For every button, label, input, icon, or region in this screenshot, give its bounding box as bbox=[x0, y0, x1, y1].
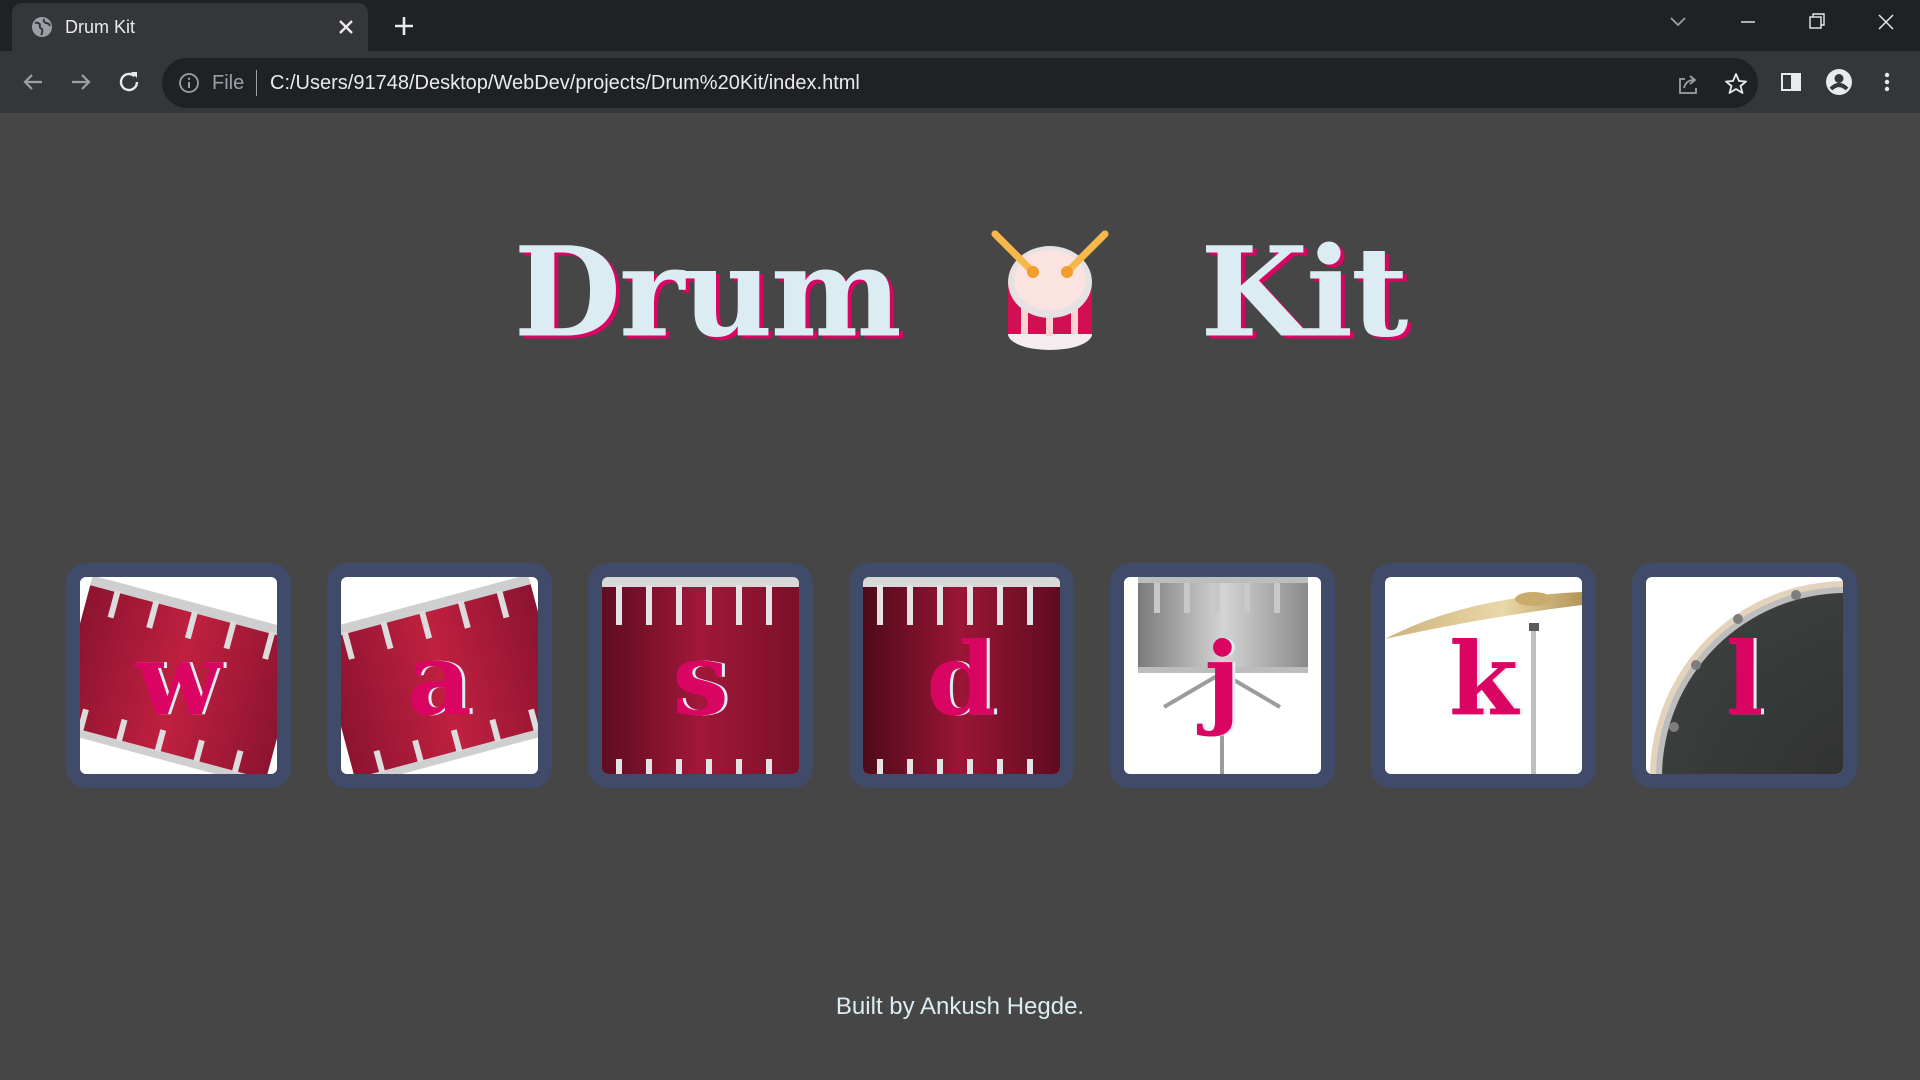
globe-icon bbox=[32, 17, 52, 37]
drum-icon bbox=[991, 230, 1109, 350]
url-text[interactable]: C:/Users/91748/Desktop/WebDev/projects/D… bbox=[270, 72, 860, 95]
divider bbox=[256, 70, 257, 96]
tab-strip: Drum Kit bbox=[0, 0, 1920, 51]
drum-button-a[interactable]: a bbox=[327, 563, 552, 788]
drum-key-label: j bbox=[1204, 620, 1241, 738]
drum-button-w[interactable]: w bbox=[66, 563, 291, 788]
drum-button-j[interactable]: j bbox=[1110, 563, 1335, 788]
side-panel-icon[interactable] bbox=[1776, 67, 1806, 97]
info-icon[interactable] bbox=[178, 72, 200, 94]
restore-icon[interactable] bbox=[1798, 8, 1834, 36]
profile-icon[interactable] bbox=[1824, 67, 1854, 97]
minimize-icon[interactable] bbox=[1730, 8, 1766, 36]
title-word-kit: Kit bbox=[1200, 220, 1408, 366]
reload-icon[interactable] bbox=[114, 67, 144, 97]
share-icon[interactable] bbox=[1674, 70, 1702, 98]
menu-icon[interactable] bbox=[1872, 67, 1902, 97]
browser-tab[interactable]: Drum Kit bbox=[12, 3, 368, 51]
close-icon[interactable] bbox=[334, 15, 358, 39]
drum-button-l[interactable]: l bbox=[1632, 563, 1857, 788]
drum-key-label: w bbox=[135, 620, 222, 738]
drum-button-k[interactable]: k bbox=[1371, 563, 1596, 788]
title-word-drum: Drum bbox=[513, 220, 902, 366]
drum-button-d[interactable]: d bbox=[849, 563, 1074, 788]
drum-key-label: a bbox=[407, 620, 472, 738]
chevron-down-icon[interactable] bbox=[1660, 8, 1696, 36]
drum-key-label: d bbox=[926, 620, 997, 738]
address-bar[interactable]: File C:/Users/91748/Desktop/WebDev/proje… bbox=[162, 58, 1758, 108]
plus-icon[interactable] bbox=[390, 12, 418, 40]
page-title: Drum Kit bbox=[0, 210, 1920, 365]
forward-icon[interactable] bbox=[66, 67, 96, 97]
footer-credit: Built by Ankush Hegde. bbox=[835, 993, 1085, 1020]
star-icon[interactable] bbox=[1722, 70, 1750, 98]
drum-key-label: s bbox=[672, 620, 729, 738]
file-scheme-label: File bbox=[212, 72, 245, 94]
drum-key-label: k bbox=[1448, 620, 1519, 738]
drum-button-s[interactable]: s bbox=[588, 563, 813, 788]
close-window-icon[interactable] bbox=[1868, 8, 1904, 36]
tab-title: Drum Kit bbox=[65, 17, 136, 37]
browser-toolbar: File C:/Users/91748/Desktop/WebDev/proje… bbox=[0, 51, 1920, 114]
drum-key-label: l bbox=[1725, 620, 1764, 738]
back-icon[interactable] bbox=[18, 67, 48, 97]
